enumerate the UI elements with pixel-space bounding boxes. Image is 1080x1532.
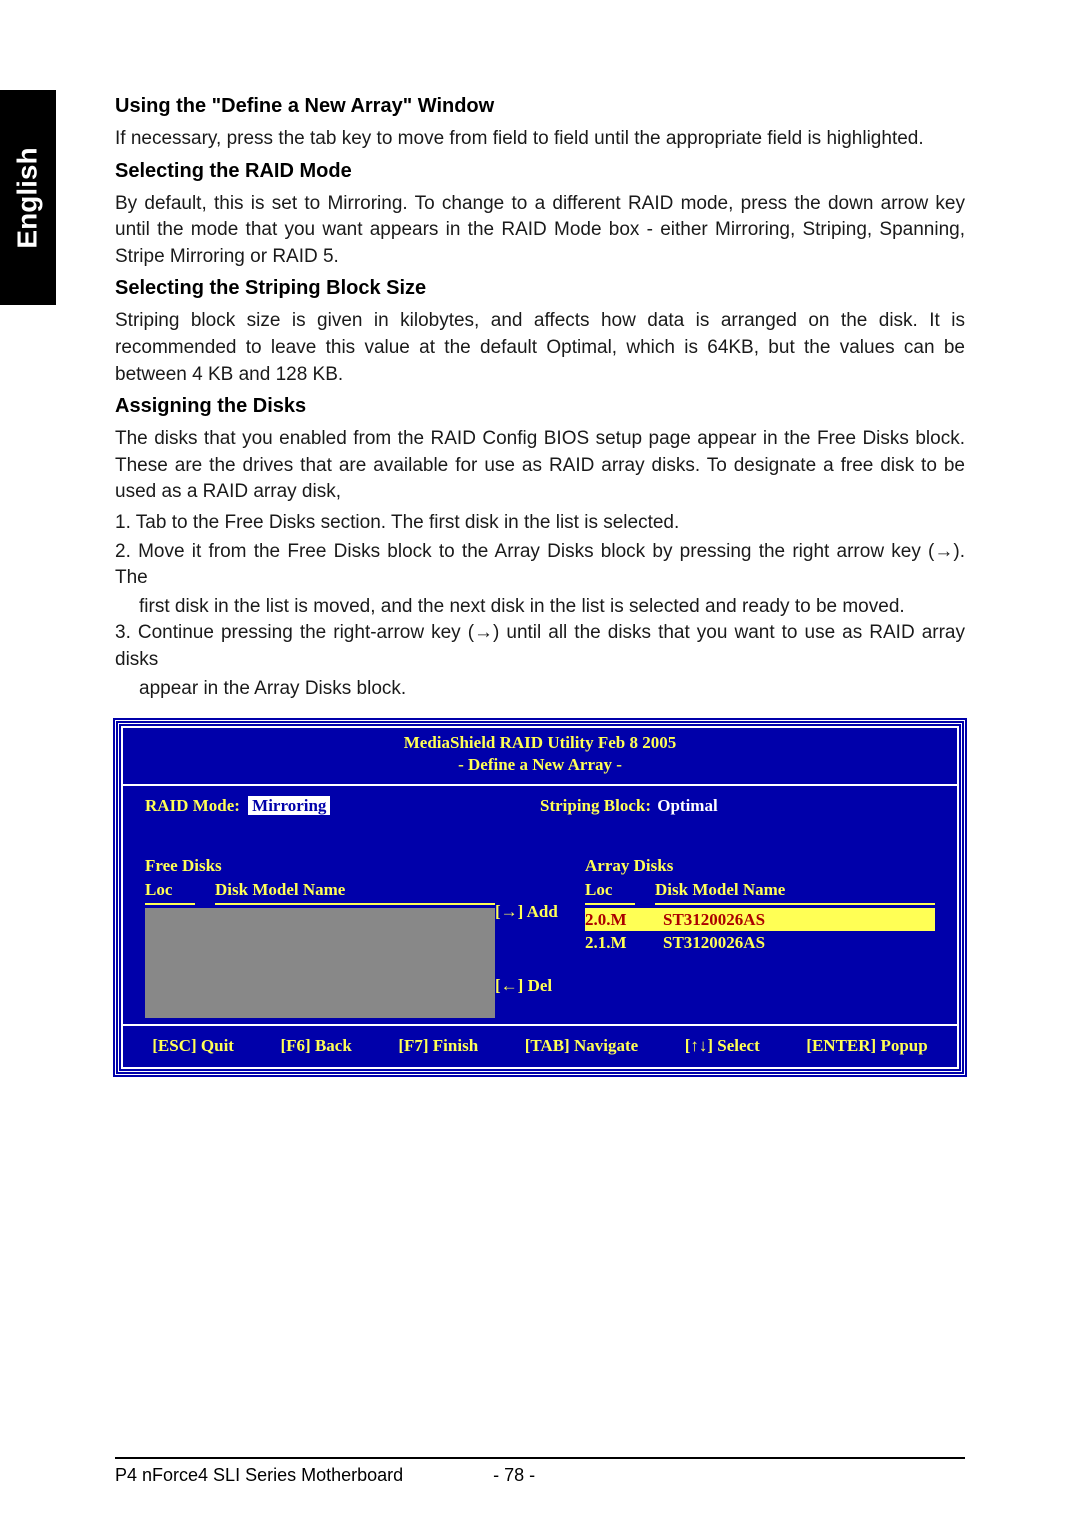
array-model-header: Disk Model Name — [655, 878, 935, 905]
step-2-line2: first disk in the list is moved, and the… — [115, 594, 965, 621]
striping-block-label: Striping Block: — [540, 796, 651, 815]
step-2-line1: 2. Move it from the Free Disks block to … — [115, 539, 965, 592]
array-disks-header: Loc Disk Model Name — [585, 878, 935, 905]
disks-area: Free Disks Loc Disk Model Name [→] Add [… — [145, 854, 935, 1018]
raid-mode-value[interactable]: Mirroring — [248, 796, 330, 815]
move-buttons-column: [→] Add [←] Del — [495, 854, 585, 1018]
step-3-line1: 3. Continue pressing the right-arrow key… — [115, 620, 965, 673]
striping-block-field[interactable]: Striping Block: Optimal — [540, 794, 935, 818]
free-disks-title: Free Disks — [145, 854, 495, 878]
key-enter-popup[interactable]: [ENTER] Popup — [806, 1034, 927, 1058]
raid-mode-label: RAID Mode: — [145, 796, 240, 815]
array-row-loc: 2.0.M — [585, 908, 643, 932]
paragraph-assign-disks: The disks that you enabled from the RAID… — [115, 426, 965, 506]
add-button[interactable]: [→] Add — [495, 900, 558, 924]
paragraph-intro: If necessary, press the tab key to move … — [115, 126, 965, 153]
array-loc-header: Loc — [585, 878, 635, 905]
array-disks-column[interactable]: Array Disks Loc Disk Model Name 2.0.M ST… — [585, 854, 935, 1018]
key-arrows-select[interactable]: [↑↓] Select — [685, 1034, 760, 1058]
striping-block-value[interactable]: Optimal — [655, 796, 717, 815]
array-row[interactable]: 2.1.M ST3120026AS — [585, 931, 935, 955]
raid-mode-field[interactable]: RAID Mode: Mirroring — [145, 794, 540, 818]
step-1: 1. Tab to the Free Disks section. The fi… — [115, 510, 965, 537]
key-f7-finish[interactable]: [F7] Finish — [398, 1034, 478, 1058]
del-button[interactable]: [←] Del — [495, 974, 552, 998]
heading-raid-mode: Selecting the RAID Mode — [115, 157, 965, 185]
document-content: Using the "Define a New Array" Window If… — [115, 92, 965, 1075]
key-f6-back[interactable]: [F6] Back — [281, 1034, 352, 1058]
free-disks-list[interactable] — [145, 908, 495, 1018]
raid-settings-row: RAID Mode: Mirroring Striping Block: Opt… — [145, 794, 935, 818]
language-tab: English — [0, 90, 56, 305]
raid-title: MediaShield RAID Utility Feb 8 2005 - De… — [123, 728, 957, 784]
array-row-model: ST3120026AS — [663, 931, 765, 955]
free-loc-header: Loc — [145, 878, 195, 905]
paragraph-block-size: Striping block size is given in kilobyte… — [115, 308, 965, 388]
step-3-line2: appear in the Array Disks block. — [115, 676, 965, 703]
footer-product: P4 nForce4 SLI Series Motherboard — [115, 1465, 403, 1486]
raid-body: RAID Mode: Mirroring Striping Block: Opt… — [123, 786, 957, 1023]
key-esc-quit[interactable]: [ESC] Quit — [152, 1034, 234, 1058]
array-disks-title: Array Disks — [585, 854, 935, 878]
page-footer: P4 nForce4 SLI Series Motherboard - 78 - — [115, 1457, 965, 1486]
raid-inner-frame: MediaShield RAID Utility Feb 8 2005 - De… — [121, 726, 959, 1069]
heading-define-window: Using the "Define a New Array" Window — [115, 92, 965, 120]
raid-utility-window: MediaShield RAID Utility Feb 8 2005 - De… — [115, 720, 965, 1075]
raid-title-line1: MediaShield RAID Utility Feb 8 2005 — [404, 733, 676, 752]
footer-page-number: - 78 - — [493, 1465, 535, 1486]
raid-footer-keys: [ESC] Quit [F6] Back [F7] Finish [TAB] N… — [123, 1026, 957, 1068]
array-disks-list[interactable]: 2.0.M ST3120026AS 2.1.M ST3120026AS — [585, 908, 935, 956]
document-page: English Using the "Define a New Array" W… — [0, 0, 1080, 1532]
free-disks-column[interactable]: Free Disks Loc Disk Model Name — [145, 854, 495, 1018]
raid-title-line2: - Define a New Array - — [458, 755, 622, 774]
free-disks-header: Loc Disk Model Name — [145, 878, 495, 905]
language-label: English — [12, 147, 44, 248]
array-row-loc: 2.1.M — [585, 931, 643, 955]
heading-block-size: Selecting the Striping Block Size — [115, 274, 965, 302]
free-model-header: Disk Model Name — [215, 878, 495, 905]
heading-assign-disks: Assigning the Disks — [115, 392, 965, 420]
array-row-selected[interactable]: 2.0.M ST3120026AS — [585, 908, 935, 932]
paragraph-raid-mode: By default, this is set to Mirroring. To… — [115, 191, 965, 271]
key-tab-navigate[interactable]: [TAB] Navigate — [525, 1034, 638, 1058]
array-row-model: ST3120026AS — [663, 908, 765, 932]
